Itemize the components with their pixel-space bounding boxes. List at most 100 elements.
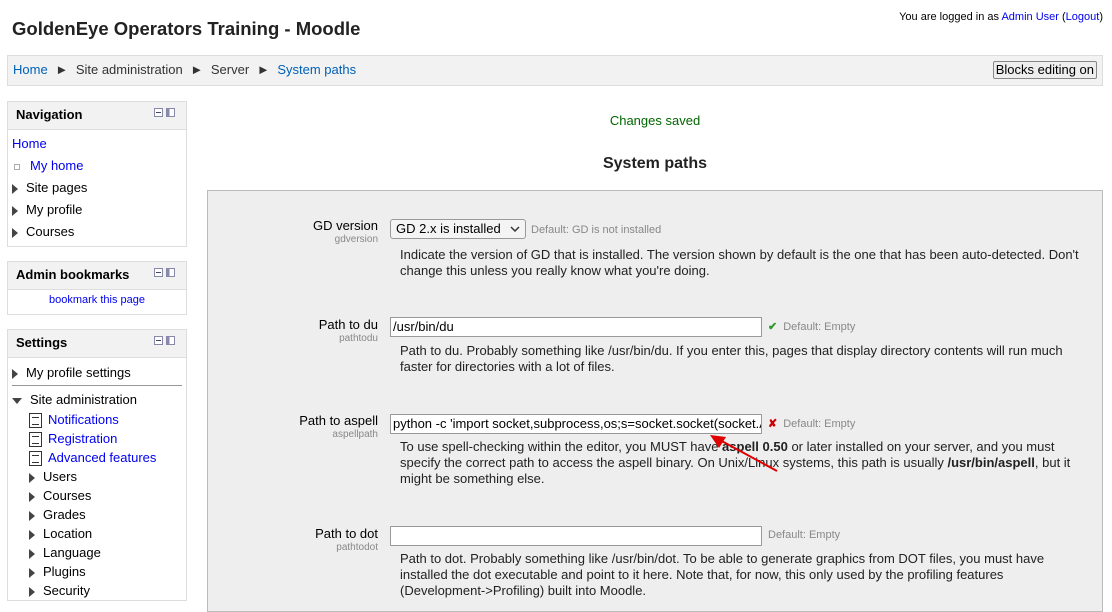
breadcrumb-server: Server: [210, 62, 250, 77]
nav-my-home-link[interactable]: My home: [30, 158, 83, 173]
tree-item-courses[interactable]: Courses: [29, 486, 182, 505]
tree-collapsed-icon[interactable]: [29, 548, 35, 559]
users-label[interactable]: Users: [43, 469, 77, 484]
tree-item-grades[interactable]: Grades: [29, 505, 182, 524]
pathtodu-input[interactable]: /usr/bin/du: [390, 317, 762, 337]
tree-item-site-admin[interactable]: Site administration: [12, 390, 182, 410]
blocks-editing-button[interactable]: Blocks editing on: [992, 61, 1097, 79]
default-value-text: Default: Empty: [783, 321, 856, 333]
bookmark-page-link[interactable]: bookmark this page: [49, 294, 145, 306]
breadcrumb-site-admin: Site administration: [75, 62, 183, 77]
site-admin-children: Notifications Registration Advanced feat…: [12, 410, 182, 600]
tree-item-registration[interactable]: Registration: [29, 429, 182, 448]
tree-collapsed-icon[interactable]: [12, 368, 18, 379]
nav-site-pages-label[interactable]: Site pages: [26, 180, 87, 195]
security-label[interactable]: Security: [43, 583, 90, 598]
desc-bold: /usr/bin/aspell: [947, 455, 1035, 470]
setting-label: Path to aspell aspellpath: [208, 413, 378, 440]
document-icon: [29, 451, 42, 467]
navigation-tree: Home My home Site pages My profile Cours…: [8, 130, 186, 246]
block-controls: [154, 107, 176, 117]
notifications-link[interactable]: Notifications: [48, 412, 119, 427]
login-prefix: You are logged in as: [899, 11, 1000, 23]
tree-collapsed-icon[interactable]: [29, 491, 35, 502]
setting-label: Path to dot pathtodot: [208, 526, 378, 553]
bullet-icon: [14, 163, 20, 170]
registration-link[interactable]: Registration: [48, 431, 117, 446]
tree-expanded-icon[interactable]: [12, 397, 22, 404]
checkmark-icon: ✔: [768, 321, 778, 333]
chevron-down-icon: [510, 226, 520, 233]
language-label[interactable]: Language: [43, 545, 101, 560]
annotation-arrow-icon: [710, 435, 778, 472]
document-icon: [29, 413, 42, 429]
logout-link[interactable]: Logout: [1066, 11, 1100, 23]
tree-item-profile-settings[interactable]: My profile settings: [12, 361, 182, 386]
nav-item-home[interactable]: Home: [12, 133, 182, 155]
nav-item-my-profile[interactable]: My profile: [12, 199, 182, 221]
setting-description: Path to dot. Probably something like /us…: [400, 551, 1045, 598]
breadcrumb-system-paths[interactable]: System paths: [277, 62, 356, 77]
tree-collapsed-icon[interactable]: [29, 472, 35, 483]
user-link[interactable]: Admin User: [1001, 11, 1058, 23]
tree-item-users[interactable]: Users: [29, 467, 182, 486]
nav-my-profile-label[interactable]: My profile: [26, 202, 82, 217]
nav-home-link[interactable]: Home: [12, 136, 47, 151]
block-hide-icon[interactable]: [154, 268, 176, 279]
gdversion-select[interactable]: GD 2.x is installed: [390, 219, 527, 239]
pathtodot-input[interactable]: [390, 526, 762, 546]
block-controls: [154, 267, 176, 277]
setting-sublabel: aspellpath: [332, 429, 378, 440]
tree-item-advanced-features[interactable]: Advanced features: [29, 448, 182, 467]
setting-label: GD version gdversion: [208, 218, 378, 245]
tree-item-plugins[interactable]: Plugins: [29, 562, 182, 581]
block-hide-icon[interactable]: [154, 108, 176, 119]
plugins-label[interactable]: Plugins: [43, 564, 86, 579]
pathtodot-field[interactable]: [390, 526, 762, 546]
tree-collapsed-icon[interactable]: [12, 183, 18, 194]
tree-collapsed-icon[interactable]: [29, 510, 35, 521]
breadcrumb: Home ► Site administration ► Server ► Sy…: [13, 62, 356, 77]
tree-item-language[interactable]: Language: [29, 543, 182, 562]
tree-collapsed-icon[interactable]: [29, 586, 35, 597]
courses-label[interactable]: Courses: [43, 488, 91, 503]
block-title: Settings: [16, 335, 68, 350]
block-title: Navigation: [16, 107, 83, 122]
block-header: Admin bookmarks: [8, 262, 186, 290]
default-value: ✔ Default: Empty: [768, 320, 855, 333]
grades-label[interactable]: Grades: [43, 507, 86, 522]
setting-label-text: Path to du: [318, 317, 378, 332]
tree-item-location[interactable]: Location: [29, 524, 182, 543]
nav-courses-label[interactable]: Courses: [26, 224, 74, 239]
tree-item-notifications[interactable]: Notifications: [29, 410, 182, 429]
setting-description: Path to du. Probably something like /usr…: [400, 343, 1063, 374]
profile-settings-label[interactable]: My profile settings: [26, 365, 131, 380]
gdversion-select-box[interactable]: GD 2.x is installed: [390, 219, 527, 239]
tree-collapsed-icon[interactable]: [29, 567, 35, 578]
nav-item-courses[interactable]: Courses: [12, 221, 182, 243]
setting-sublabel: pathtodu: [339, 333, 378, 344]
block-title: Admin bookmarks: [16, 267, 130, 282]
desc-part: To use spell-checking within the editor,…: [400, 439, 723, 454]
breadcrumb-home[interactable]: Home: [13, 62, 48, 77]
breadcrumb-separator: ►: [55, 62, 69, 77]
breadcrumb-separator: ►: [256, 62, 270, 77]
pathtodu-field[interactable]: /usr/bin/du: [390, 317, 762, 337]
location-label[interactable]: Location: [43, 526, 92, 541]
settings-block: Settings My profile settings Site admini…: [7, 329, 187, 601]
breadcrumb-separator: ►: [190, 62, 204, 77]
block-hide-icon[interactable]: [154, 336, 176, 347]
advanced-features-link[interactable]: Advanced features: [48, 450, 156, 465]
tree-collapsed-icon[interactable]: [12, 205, 18, 216]
tree-collapsed-icon[interactable]: [29, 529, 35, 540]
navigation-block: Navigation Home My home Site pages My pr…: [7, 101, 187, 247]
site-admin-label[interactable]: Site administration: [30, 392, 137, 407]
block-header: Navigation: [8, 102, 186, 130]
tree-item-security[interactable]: Security: [29, 581, 182, 600]
setting-sublabel: gdversion: [334, 234, 378, 245]
settings-tree: My profile settings Site administration …: [8, 358, 186, 603]
nav-item-my-home[interactable]: My home: [12, 155, 182, 177]
nav-item-site-pages[interactable]: Site pages: [12, 177, 182, 199]
tree-collapsed-icon[interactable]: [12, 227, 18, 238]
changes-saved-notice: Changes saved: [609, 113, 701, 128]
